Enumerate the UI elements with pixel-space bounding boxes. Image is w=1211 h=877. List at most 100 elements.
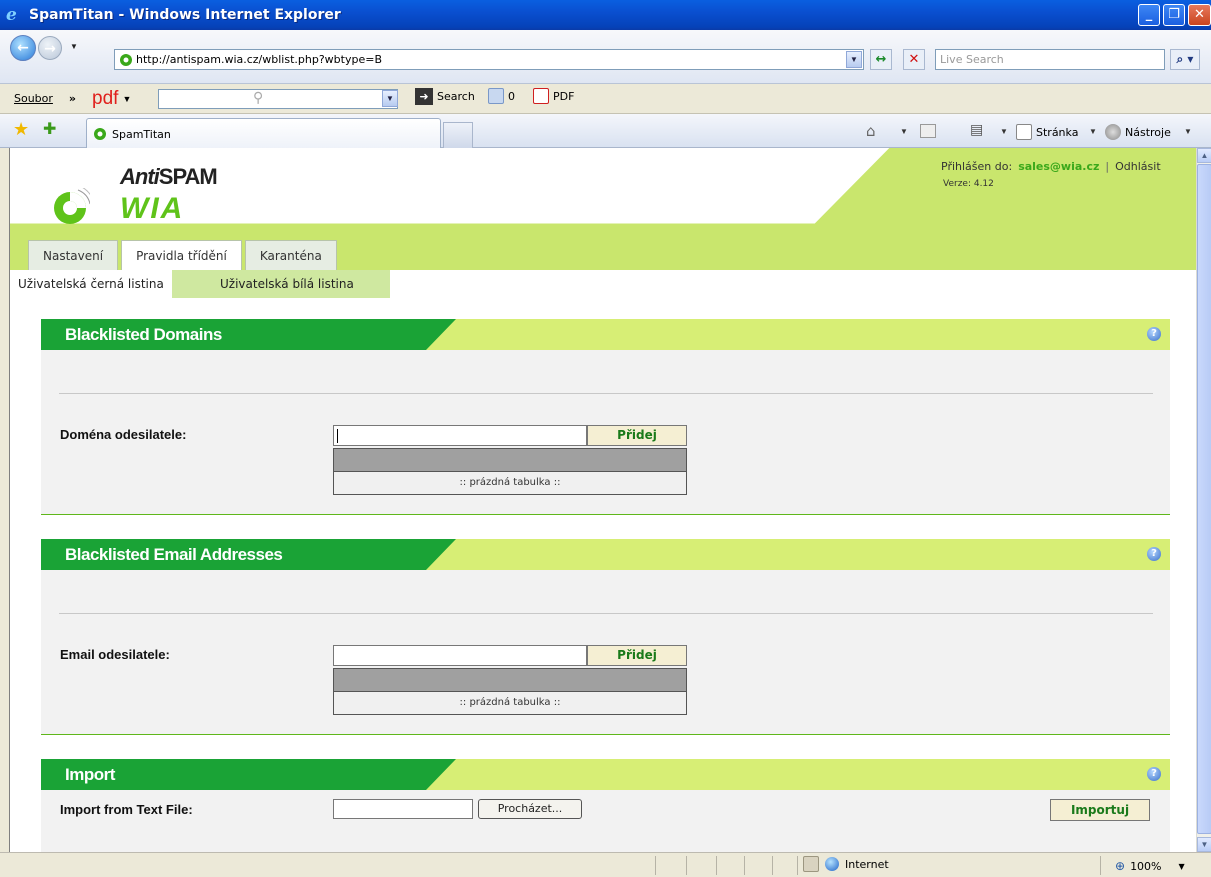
window-titlebar: e SpamTitan - Windows Internet Explorer … [0, 0, 1211, 30]
help-icon[interactable]: ? [1147, 327, 1161, 341]
vertical-scrollbar[interactable]: ▲ ▼ [1196, 148, 1211, 852]
email-table-empty: :: prázdná tabulka :: [333, 692, 687, 715]
tab-bar: ★ ✚ SpamTitan ⌂ ▼ ▤ ▼ Stránka ▼ Nástroje… [0, 114, 1211, 149]
add-email-button[interactable]: Přidej [587, 645, 687, 666]
site-favicon-icon [94, 128, 106, 140]
blacklisted-emails-panel: Blacklisted Email Addresses ? Email odes… [41, 539, 1170, 735]
page-viewport: AntiSPAM WIA Přihlášen do: sales@wia.cz | O… [9, 148, 1196, 852]
pdf-search-dropdown-button[interactable]: ▼ [382, 90, 398, 107]
scroll-thumb[interactable] [1197, 164, 1211, 834]
zone-label: Internet [845, 857, 889, 871]
live-search-input[interactable]: Live Search [935, 49, 1165, 70]
zoom-level: 100% [1130, 859, 1162, 873]
blacklisted-domains-panel: Blacklisted Domains ? Doména odesilatele… [41, 319, 1170, 515]
search-go-button[interactable]: ⌕ ▾ [1170, 49, 1200, 70]
tools-dropdown-icon[interactable]: ▼ [1184, 127, 1192, 136]
domain-table-empty: :: prázdná tabulka :: [333, 472, 687, 495]
security-zone[interactable]: Internet [803, 856, 889, 872]
tab-sorting-rules[interactable]: Pravidla třídění [121, 240, 242, 270]
browse-button[interactable]: Procházet... [478, 799, 582, 819]
pdf-search-button[interactable]: ➜ Search [415, 88, 475, 105]
tab-title: SpamTitan [112, 127, 171, 141]
zoom-dropdown-icon[interactable]: ▼ [1179, 862, 1185, 871]
back-button[interactable]: ← [10, 35, 36, 61]
sub-tab-blacklist[interactable]: Uživatelská černá listina [10, 270, 172, 298]
menu-overflow-icon[interactable]: » [69, 92, 76, 105]
minimize-button[interactable]: _ [1138, 4, 1160, 26]
stop-button[interactable]: ✕ [903, 49, 925, 70]
panel-header-wedge [426, 759, 456, 790]
maximize-button[interactable]: ❐ [1163, 4, 1185, 26]
address-input[interactable]: http://antispam.wia.cz/wblist.php?wbtype… [114, 49, 864, 70]
status-divider [772, 856, 773, 875]
pdf-menu-dropdown-icon[interactable]: ▼ [122, 94, 131, 104]
help-icon[interactable]: ? [1147, 547, 1161, 561]
logo-wia-text: WIA [120, 192, 185, 225]
import-file-input[interactable] [333, 799, 473, 819]
status-divider [655, 856, 656, 875]
favorites-star-icon[interactable]: ★ [13, 119, 29, 140]
domain-table-header [333, 448, 687, 472]
gear-icon [1105, 124, 1121, 140]
home-icon[interactable]: ⌂ [866, 122, 876, 140]
forward-arrow-icon: → [44, 41, 56, 57]
logout-link[interactable]: Odhlásit [1115, 160, 1161, 173]
pdf-icon [533, 88, 549, 104]
scroll-down-icon[interactable]: ▼ [1197, 837, 1211, 852]
panel-title: Blacklisted Domains [65, 325, 222, 344]
zoom-control[interactable]: ⊕ 100% ▼ [1115, 859, 1185, 873]
status-divider [686, 856, 687, 875]
mail-icon [488, 88, 504, 104]
sub-tabs: Uživatelská černá listina Uživatelská bí… [10, 270, 1196, 298]
sender-email-label: Email odesilatele: [60, 647, 170, 662]
status-divider [797, 856, 798, 875]
menu-file[interactable]: Soubor [14, 92, 53, 105]
user-email: sales@wia.cz [1018, 160, 1100, 173]
tab-spamtitan[interactable]: SpamTitan [86, 118, 441, 149]
protected-mode-icon [803, 856, 819, 872]
ie-logo-icon: e [6, 5, 17, 25]
add-favorite-icon[interactable]: ✚ [43, 119, 56, 138]
scroll-up-icon[interactable]: ▲ [1197, 148, 1211, 163]
print-icon[interactable]: ▤ [970, 122, 983, 138]
mail-button[interactable]: 0 [488, 88, 515, 104]
status-divider [744, 856, 745, 875]
feeds-icon[interactable] [920, 124, 936, 138]
divider [59, 393, 1153, 394]
panel-title: Import [65, 765, 115, 784]
tools-menu[interactable]: Nástroje [1125, 126, 1171, 139]
new-tab-button[interactable] [443, 122, 473, 148]
sender-domain-input[interactable] [333, 425, 587, 446]
pdf-button[interactable]: PDF [533, 88, 574, 104]
main-tabs: Nastavení Pravidla třídění Karanténa [28, 240, 337, 270]
add-domain-button[interactable]: Přidej [587, 425, 687, 446]
help-icon[interactable]: ? [1147, 767, 1161, 781]
import-panel: Import ? Import from Text File: Procháze… [41, 759, 1170, 852]
page-dropdown-icon[interactable]: ▼ [1089, 127, 1097, 136]
print-dropdown-icon[interactable]: ▼ [1000, 127, 1008, 136]
page-icon [1016, 124, 1032, 140]
sub-tab-whitelist[interactable]: Uživatelská bílá listina [212, 270, 362, 298]
address-dropdown-button[interactable]: ▼ [846, 51, 862, 68]
magnifier-icon: ⚲ [253, 90, 264, 106]
import-button[interactable]: Importuj [1050, 799, 1150, 821]
pdf-toolbar-logo[interactable]: pdf [92, 88, 118, 110]
status-divider [1100, 856, 1101, 875]
address-url: http://antispam.wia.cz/wblist.php?wbtype… [136, 53, 382, 66]
tab-settings[interactable]: Nastavení [28, 240, 119, 270]
pdf-search-input[interactable]: ⚲ [158, 89, 398, 109]
search-label: Search [437, 90, 475, 103]
close-button[interactable]: ✕ [1188, 4, 1211, 26]
page-menu[interactable]: Stránka [1036, 126, 1078, 139]
home-dropdown-icon[interactable]: ▼ [900, 127, 908, 136]
tab-quarantine[interactable]: Karanténa [244, 240, 337, 270]
sender-email-input[interactable] [333, 645, 587, 666]
logo-ring-icon [54, 188, 90, 224]
history-dropdown-icon[interactable]: ▼ [70, 42, 78, 51]
import-file-label: Import from Text File: [60, 802, 193, 817]
forward-button[interactable]: → [38, 36, 62, 60]
logged-in-label: Přihlášen do: [941, 160, 1013, 173]
status-divider [716, 856, 717, 875]
refresh-button[interactable]: ↔ [870, 49, 892, 70]
panel-header: Import ? [41, 759, 1170, 790]
